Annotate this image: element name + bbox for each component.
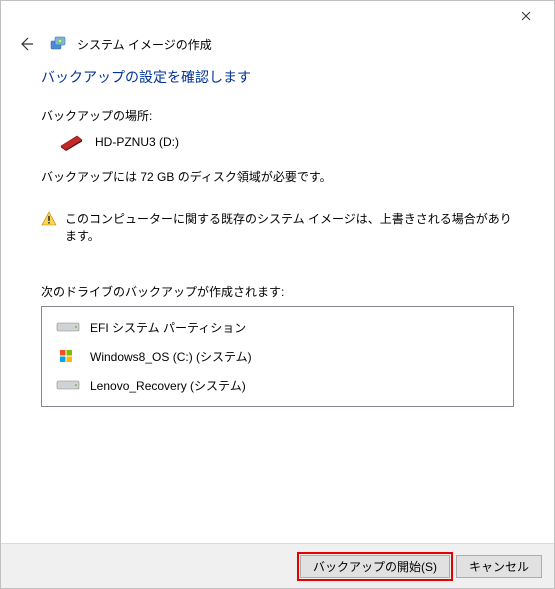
drives-label: 次のドライブのバックアップが作成されます:: [41, 283, 514, 300]
header: システム イメージの作成: [1, 29, 554, 67]
warning-row: このコンピューターに関する既存のシステム イメージは、上書きされる場合があります…: [41, 211, 514, 245]
drive-name: Windows8_OS (C:) (システム): [90, 348, 252, 365]
warning-text: このコンピューターに関する既存のシステム イメージは、上書きされる場合があります…: [65, 211, 514, 245]
page-heading: バックアップの設定を確認します: [41, 67, 514, 87]
drive-name: Lenovo_Recovery (システム): [90, 377, 246, 394]
list-item: EFI システム パーティション: [42, 313, 513, 342]
window-title: システム イメージの作成: [77, 36, 212, 53]
windows-icon: [56, 348, 80, 364]
arrow-left-icon: [18, 36, 34, 52]
wizard-icon: [49, 35, 67, 53]
hdd-icon: [56, 319, 80, 335]
close-icon: [521, 11, 531, 21]
close-button[interactable]: [506, 5, 546, 27]
titlebar: [1, 1, 554, 29]
warning-icon: [41, 211, 57, 227]
cancel-button[interactable]: キャンセル: [456, 555, 542, 578]
list-item: Windows8_OS (C:) (システム): [42, 342, 513, 371]
start-backup-button[interactable]: バックアップの開始(S): [300, 555, 450, 578]
drives-list: EFI システム パーティション Windows8_OS (C:) (システム): [41, 306, 514, 407]
disk-requirement: バックアップには 72 GB のディスク領域が必要です。: [41, 168, 514, 185]
content: バックアップの設定を確認します バックアップの場所: HD-PZNU3 (D:)…: [1, 67, 554, 407]
location-label: バックアップの場所:: [41, 107, 514, 124]
location-row: HD-PZNU3 (D:): [41, 132, 514, 152]
location-name: HD-PZNU3 (D:): [95, 135, 179, 149]
list-item: Lenovo_Recovery (システム): [42, 371, 513, 400]
footer: バックアップの開始(S) キャンセル: [1, 543, 554, 588]
hdd-icon: [56, 377, 80, 393]
back-button[interactable]: [17, 35, 35, 53]
external-drive-icon: [57, 132, 85, 152]
drive-name: EFI システム パーティション: [90, 319, 246, 336]
